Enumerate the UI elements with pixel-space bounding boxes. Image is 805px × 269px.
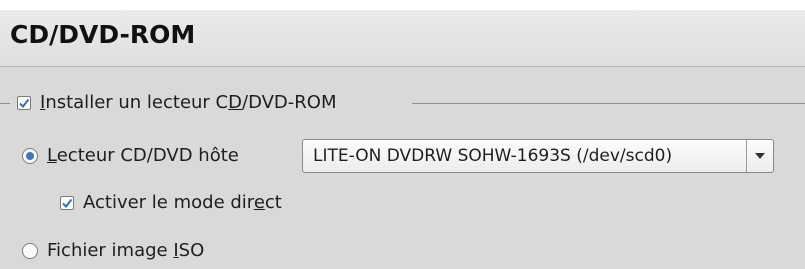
host-drive-select[interactable]: LITE-ON DVDRW SOHW-1693S (/dev/scd0) bbox=[302, 139, 774, 173]
group-line-left bbox=[0, 103, 10, 104]
install-drive-checkbox[interactable] bbox=[17, 95, 31, 110]
group-line-right bbox=[412, 103, 805, 104]
iso-file-radio[interactable] bbox=[22, 242, 38, 259]
iso-file-label: Fichier image ISO bbox=[47, 240, 205, 261]
chevron-down-icon[interactable] bbox=[746, 140, 773, 172]
iso-file-radio-row[interactable]: Fichier image ISO bbox=[22, 240, 204, 261]
host-drive-radio-row[interactable]: Lecteur CD/DVD hôte bbox=[22, 145, 239, 166]
direct-mode-checkbox[interactable] bbox=[60, 195, 74, 210]
section-header: CD/DVD-ROM bbox=[0, 10, 805, 67]
settings-panel: Installer un lecteur CD/DVD-ROM Lecteur … bbox=[0, 67, 805, 269]
checkmark-icon bbox=[19, 98, 30, 108]
install-drive-checkbox-row[interactable]: Installer un lecteur CD/DVD-ROM bbox=[17, 92, 336, 113]
host-drive-select-value: LITE-ON DVDRW SOHW-1693S (/dev/scd0) bbox=[313, 146, 673, 166]
install-drive-label: Installer un lecteur CD/DVD-ROM bbox=[40, 92, 337, 113]
host-drive-radio[interactable] bbox=[22, 147, 38, 164]
section-title: CD/DVD-ROM bbox=[10, 20, 196, 49]
host-drive-label: Lecteur CD/DVD hôte bbox=[47, 145, 239, 166]
direct-mode-label: Activer le mode direct bbox=[83, 192, 282, 213]
checkmark-icon bbox=[62, 198, 73, 208]
radio-selected-dot bbox=[26, 151, 34, 160]
direct-mode-checkbox-row[interactable]: Activer le mode direct bbox=[60, 192, 282, 213]
